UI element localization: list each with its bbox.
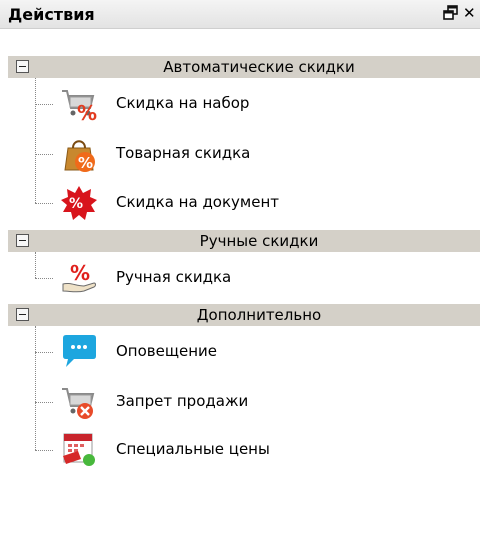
close-icon[interactable]: ✕ (463, 3, 479, 23)
speech-bubble-icon (60, 334, 98, 370)
list-item-special-prices[interactable]: Специальные цены (8, 428, 468, 472)
item-label: Оповещение (116, 342, 218, 360)
svg-text:%: % (69, 196, 83, 212)
item-label: Скидка на документ (116, 193, 280, 211)
calendar-price-tag-icon (60, 432, 98, 468)
svg-text:%: % (70, 261, 90, 285)
list-item-document-discount[interactable]: % Скидка на документ (8, 181, 468, 225)
item-label: Специальные цены (116, 440, 270, 458)
starburst-percent-icon: % (60, 185, 98, 221)
cart-percent-icon: % (60, 86, 98, 125)
list-item-manual-discount[interactable]: % Ручная скидка (8, 256, 468, 300)
svg-text:%: % (77, 101, 97, 122)
group-label: Ручные скидки (199, 232, 319, 250)
bag-percent-icon: % (60, 136, 98, 172)
svg-text:%: % (78, 154, 93, 172)
float-window-icon[interactable] (443, 5, 459, 21)
list-item-bundle-discount[interactable]: % Скидка на набор (8, 82, 468, 126)
collapse-toggle-icon[interactable] (16, 308, 29, 321)
group-header-automatic-discounts[interactable]: Автоматические скидки (8, 56, 480, 78)
actions-panel: Действия ✕ Автоматические скидки % Скидк… (0, 0, 480, 541)
item-label: Товарная скидка (116, 144, 251, 162)
item-label: Скидка на набор (116, 94, 250, 112)
group-label: Дополнительно (196, 306, 322, 324)
cart-prohibited-icon (60, 384, 98, 420)
collapse-toggle-icon[interactable] (16, 60, 29, 73)
panel-title: Действия (8, 5, 95, 24)
hand-percent-icon: % (60, 260, 98, 296)
item-label: Запрет продажи (116, 392, 249, 410)
list-item-sale-ban[interactable]: Запрет продажи (8, 380, 468, 424)
list-item-product-discount[interactable]: % Товарная скидка (8, 132, 468, 176)
panel-titlebar: Действия ✕ (0, 0, 480, 29)
list-item-notification[interactable]: Оповещение (8, 330, 468, 374)
group-label: Автоматические скидки (163, 58, 355, 76)
collapse-toggle-icon[interactable] (16, 234, 29, 247)
group-header-manual-discounts[interactable]: Ручные скидки (8, 230, 480, 252)
item-label: Ручная скидка (116, 268, 232, 286)
group-header-additional[interactable]: Дополнительно (8, 304, 480, 326)
